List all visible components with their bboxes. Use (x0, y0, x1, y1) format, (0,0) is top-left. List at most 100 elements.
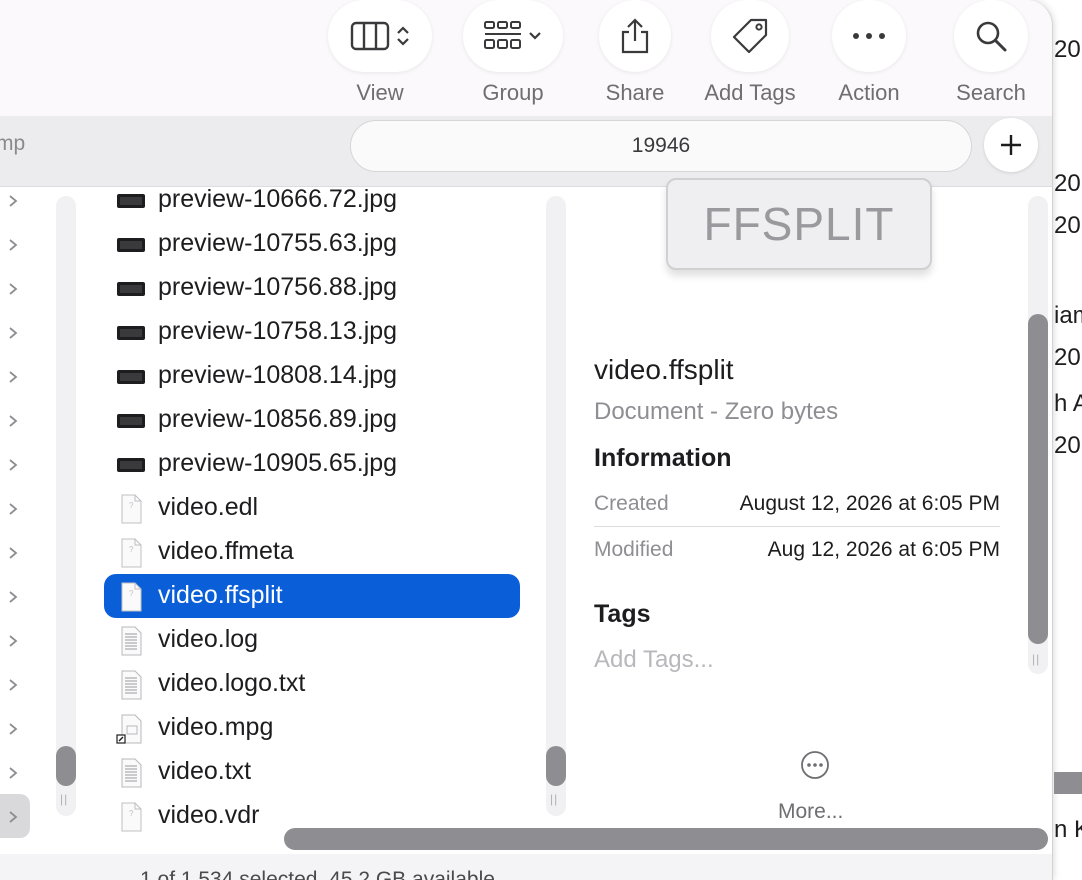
info-divider (594, 526, 1000, 527)
chevron-right-icon[interactable] (6, 546, 20, 560)
file-name: preview-10856.89.jpg (158, 405, 398, 433)
tag-icon (732, 18, 768, 54)
chevron-right-icon[interactable] (6, 634, 20, 648)
chevron-right-icon[interactable] (6, 678, 20, 692)
file-row[interactable]: preview-10808.14.jpg (104, 354, 520, 398)
text-document-icon (116, 758, 146, 788)
preview-scrollbar[interactable] (1028, 196, 1048, 674)
chevron-right-icon[interactable] (6, 502, 20, 516)
share-label: Share (605, 80, 665, 105)
background-window-text: iam (1054, 302, 1082, 329)
status-text: 1 of 1,534 selected, 45.2 GB available (140, 868, 495, 880)
file-row[interactable]: video.txt (104, 750, 520, 794)
file-row[interactable]: ? video.ffmeta (104, 530, 520, 574)
file-name: video.txt (158, 757, 252, 785)
created-value: August 12, 2026 at 6:05 PM (739, 492, 1000, 515)
parent-column-scroll-thumb[interactable] (56, 746, 76, 786)
tab-previous[interactable]: mp (0, 132, 25, 156)
file-row[interactable]: video.logo.txt (104, 662, 520, 706)
file-name: video.logo.txt (158, 669, 306, 697)
generic-document-icon: ? (116, 494, 146, 524)
chevron-right-icon[interactable] (6, 370, 20, 384)
file-row[interactable]: preview-10856.89.jpg (104, 398, 520, 442)
created-label: Created (594, 492, 669, 515)
file-name: preview-10756.88.jpg (158, 273, 398, 301)
file-name: video.ffsplit (158, 581, 283, 609)
modified-label: Modified (594, 538, 674, 561)
view-button[interactable]: View (325, 0, 435, 116)
group-label: Group (482, 80, 544, 105)
jpg-thumbnail-icon (116, 362, 146, 392)
plus-icon (1001, 135, 1021, 155)
add-tags-button[interactable]: Add Tags (695, 0, 805, 116)
file-list-scrollbar[interactable] (546, 196, 566, 816)
file-row[interactable]: preview-10756.88.jpg (104, 266, 520, 310)
toolbar: View Group Share Add Tags Action Search (0, 0, 1052, 116)
file-row[interactable]: preview-10755.63.jpg (104, 222, 520, 266)
modified-value: Aug 12, 2026 at 6:05 PM (767, 538, 1000, 561)
chevron-right-icon[interactable] (6, 238, 20, 252)
jpg-thumbnail-icon (116, 450, 146, 480)
jpg-thumbnail-icon (116, 274, 146, 304)
more-ellipsis-circle-icon (801, 751, 829, 779)
svg-text:?: ? (129, 501, 134, 510)
view-label: View (356, 80, 404, 105)
search-icon (976, 21, 1007, 52)
finder-window: View Group Share Add Tags Action Search … (0, 0, 1053, 880)
column-resize-handle[interactable]: || (550, 792, 558, 806)
preview-pane: FFSPLIT video.ffsplit Document - Zero by… (570, 178, 1030, 838)
preview-scroll-thumb[interactable] (1028, 314, 1048, 644)
background-window-text: 20 (1054, 36, 1081, 63)
parent-column-scrollbar[interactable] (56, 196, 76, 816)
background-window-text: n Ki (1054, 816, 1082, 843)
jpg-thumbnail-icon (116, 230, 146, 260)
tab-active[interactable]: 19946 (350, 120, 972, 172)
chevron-right-icon[interactable] (6, 282, 20, 296)
file-row-selected[interactable]: ? video.ffsplit (104, 574, 520, 618)
file-list-scroll-thumb[interactable] (546, 746, 566, 786)
chevron-right-icon[interactable] (6, 194, 20, 208)
background-window-scrollbar (1054, 772, 1082, 794)
share-icon (621, 18, 649, 54)
chevron-right-icon[interactable] (6, 326, 20, 340)
chevron-down-icon (529, 32, 541, 40)
column-resize-handle[interactable]: || (60, 792, 68, 806)
file-thumbnail: FFSPLIT (666, 178, 932, 270)
add-tags-label: Add Tags (704, 80, 796, 105)
more-label[interactable]: More... (778, 800, 843, 824)
group-grid-icon (484, 21, 521, 49)
file-row[interactable]: ? video.edl (104, 486, 520, 530)
file-row[interactable]: preview-10905.65.jpg (104, 442, 520, 486)
tags-heading: Tags (594, 600, 651, 628)
text-document-icon (116, 626, 146, 656)
file-name: video.mpg (158, 713, 274, 741)
more-button[interactable] (800, 750, 830, 780)
chevron-right-icon[interactable] (6, 766, 20, 780)
chevron-right-icon[interactable] (6, 590, 20, 604)
file-name: preview-10755.63.jpg (158, 229, 398, 257)
svg-text:?: ? (129, 589, 134, 598)
search-button[interactable]: Search (936, 0, 1046, 116)
file-row[interactable]: preview-10758.13.jpg (104, 310, 520, 354)
new-tab-button[interactable] (984, 118, 1038, 172)
file-name: video.ffmeta (158, 537, 294, 565)
chevron-right-icon[interactable] (6, 458, 20, 472)
jpg-thumbnail-icon (116, 406, 146, 436)
generic-document-icon: ? (116, 582, 146, 612)
file-row[interactable]: video.mpg (104, 706, 520, 750)
action-button[interactable]: Action (814, 0, 924, 116)
file-row[interactable]: preview-10666.72.jpg (104, 178, 520, 222)
horizontal-scroll-thumb[interactable] (284, 828, 1048, 850)
background-window-text: h A (1054, 390, 1082, 417)
file-row[interactable]: video.log (104, 618, 520, 662)
add-tags-field[interactable]: Add Tags... (594, 646, 714, 674)
jpg-thumbnail-icon (116, 186, 146, 216)
share-button[interactable]: Share (580, 0, 690, 116)
chevron-right-icon[interactable] (6, 414, 20, 428)
group-button[interactable]: Group (458, 0, 568, 116)
chevron-right-icon[interactable] (6, 810, 20, 824)
column-resize-handle[interactable]: || (1032, 652, 1040, 666)
action-label: Action (838, 80, 900, 105)
chevron-right-icon[interactable] (6, 722, 20, 736)
background-window-text: 20 (1054, 170, 1081, 197)
